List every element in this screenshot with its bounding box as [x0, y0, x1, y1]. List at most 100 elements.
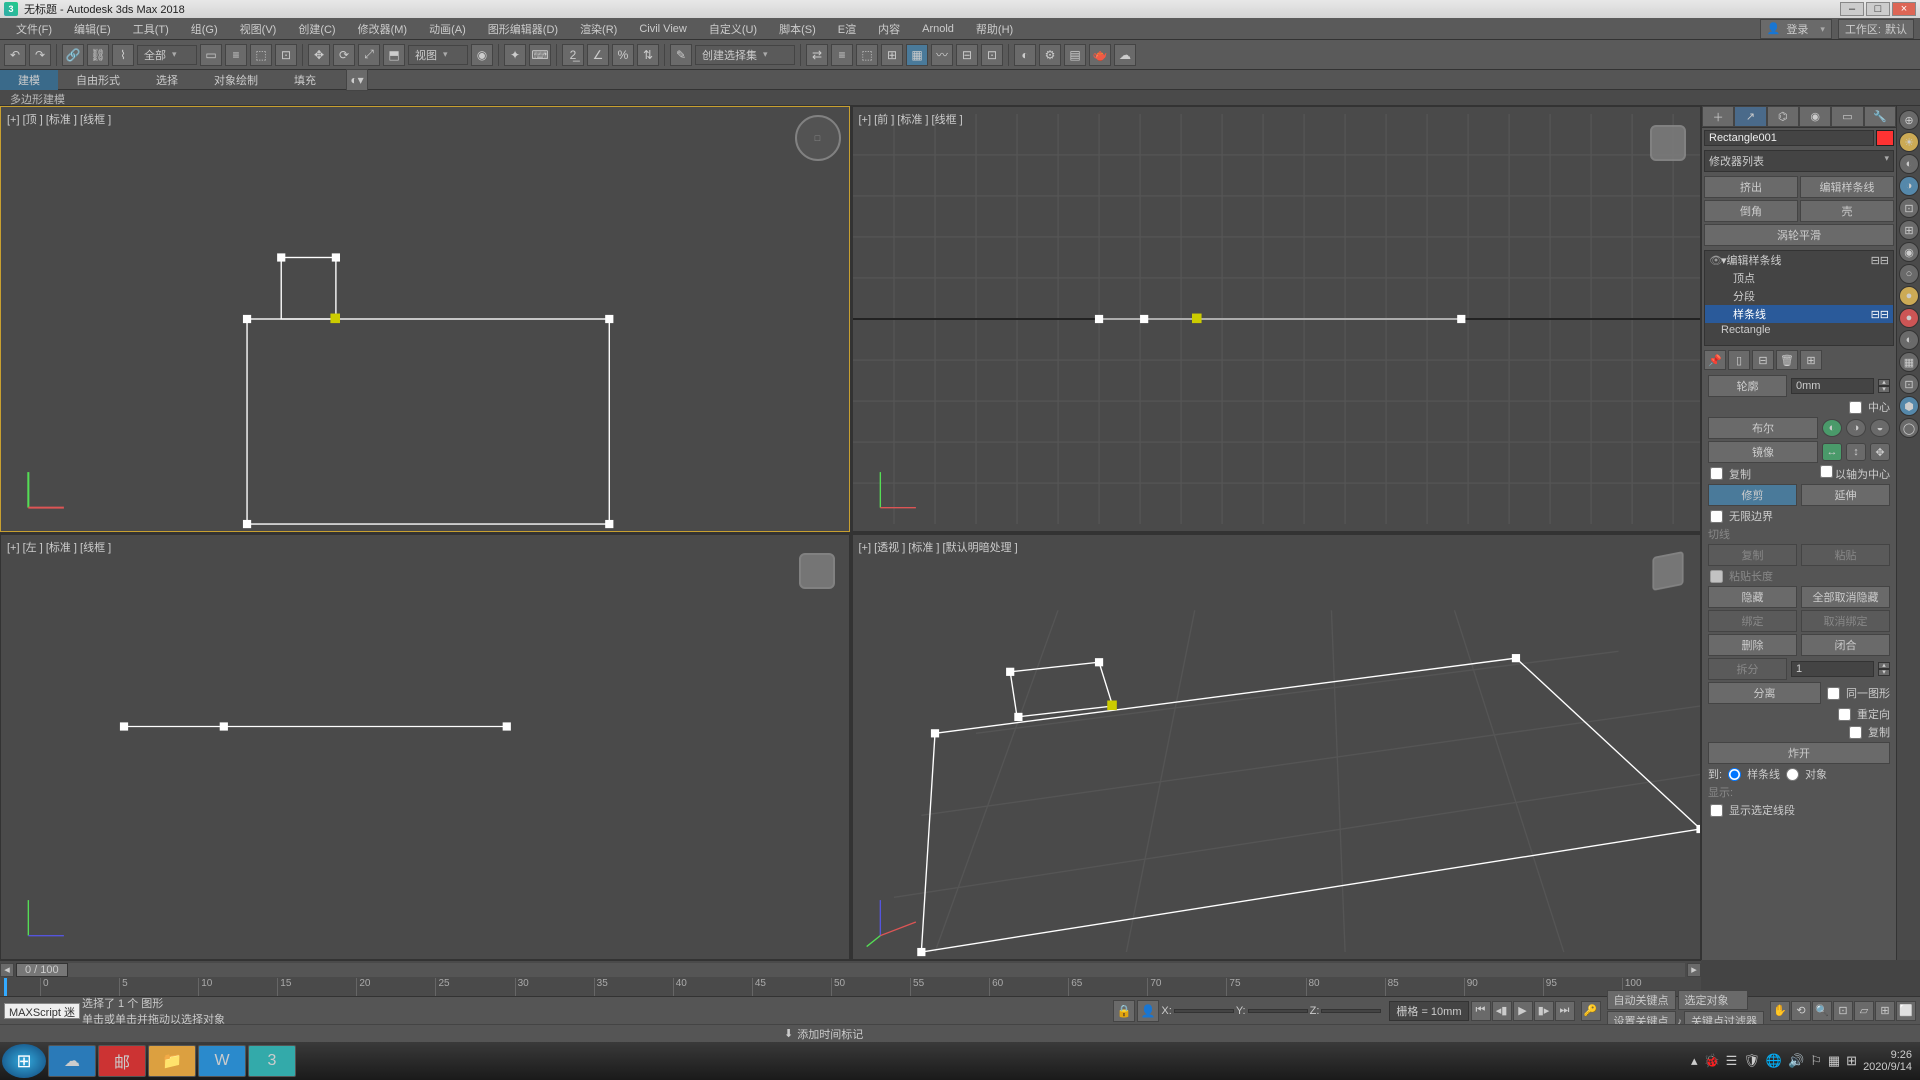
- btn-turbosmooth[interactable]: 涡轮平滑: [1704, 224, 1894, 246]
- snap-angle-button[interactable]: ∠: [587, 44, 609, 66]
- menu-create[interactable]: 创建(C): [288, 19, 345, 39]
- named-selset-combo[interactable]: 创建选择集: [695, 45, 795, 65]
- cmdtab-motion[interactable]: ◉: [1799, 106, 1831, 127]
- btn-detach[interactable]: 分离: [1708, 682, 1821, 704]
- menu-civilview[interactable]: Civil View: [629, 21, 696, 37]
- unlink-button[interactable]: ⛓: [87, 44, 109, 66]
- nav-fov-button[interactable]: ▱: [1854, 1001, 1874, 1021]
- time-prev-button[interactable]: ◂: [0, 963, 14, 977]
- ribbon-tab-freeform[interactable]: 自由形式: [58, 70, 138, 90]
- viewport-persp-label[interactable]: [+] [透视 ] [标准 ] [默认明暗处理 ]: [859, 539, 1018, 555]
- close-button[interactable]: ×: [1892, 2, 1916, 16]
- tray-icon-1[interactable]: 🐞: [1703, 1053, 1719, 1069]
- btn-bind[interactable]: 绑定: [1708, 610, 1797, 632]
- schematic-button[interactable]: ⊡: [981, 44, 1003, 66]
- viewport-left[interactable]: [+] [左 ] [标准 ] [线框 ]: [0, 534, 850, 960]
- snap2d-button[interactable]: 2̲: [562, 44, 584, 66]
- menu-view[interactable]: 视图(V): [230, 19, 287, 39]
- viewport-left-label[interactable]: [+] [左 ] [标准 ] [线框 ]: [7, 539, 111, 555]
- viewport-front-label[interactable]: [+] [前 ] [标准 ] [线框 ]: [859, 111, 963, 127]
- align-button[interactable]: ≡: [831, 44, 853, 66]
- system-clock[interactable]: 9:26 2020/9/14: [1863, 1049, 1912, 1073]
- preset-icon-13[interactable]: ⊡: [1899, 374, 1919, 394]
- mirror-v-icon[interactable]: ↕: [1846, 443, 1866, 461]
- nav-maxview-button[interactable]: ⬜: [1896, 1001, 1916, 1021]
- btn-divide[interactable]: 拆分: [1708, 658, 1787, 680]
- stack-base[interactable]: Rectangle: [1705, 323, 1893, 337]
- coord-y-input[interactable]: [1248, 1009, 1308, 1013]
- scale-button[interactable]: ⤢: [358, 44, 380, 66]
- preset-icon-2[interactable]: ☀: [1899, 132, 1919, 152]
- divide-value[interactable]: 1: [1791, 661, 1874, 677]
- addtimemark-label[interactable]: 添加时间标记: [797, 1026, 863, 1042]
- time-track[interactable]: 0 / 100: [16, 963, 1685, 977]
- render-frame-button[interactable]: ▤: [1064, 44, 1086, 66]
- task-explorer[interactable]: 📁: [148, 1045, 196, 1077]
- bool-intersect-icon[interactable]: ◒: [1870, 419, 1890, 437]
- menu-customize[interactable]: 自定义(U): [699, 19, 767, 39]
- select-manipulate-button[interactable]: ✦: [504, 44, 526, 66]
- viewport-top-label[interactable]: [+] [顶 ] [标准 ] [线框 ]: [7, 111, 111, 127]
- tray-icon-2[interactable]: ☰: [1726, 1053, 1738, 1069]
- cmdtab-hierarchy[interactable]: ⌬: [1767, 106, 1799, 127]
- stack-show-button[interactable]: ▯: [1728, 350, 1750, 370]
- btn-hide[interactable]: 隐藏: [1708, 586, 1797, 608]
- cmdtab-modify[interactable]: ↗: [1734, 106, 1766, 127]
- workspace-selector[interactable]: 工作区: 默认: [1838, 19, 1914, 39]
- btn-unhideall[interactable]: 全部取消隐藏: [1801, 586, 1890, 608]
- btn-extrude[interactable]: 挤出: [1704, 176, 1798, 198]
- stack-sub-vertex[interactable]: 顶点: [1705, 269, 1893, 287]
- ref-coord-sys[interactable]: 视图: [408, 45, 468, 65]
- divide-spindown[interactable]: ▾: [1878, 669, 1890, 676]
- render-setup-button[interactable]: ⚙: [1039, 44, 1061, 66]
- next-frame-button[interactable]: ▮▸: [1534, 1001, 1554, 1021]
- stack-config-button[interactable]: ⊞: [1800, 350, 1822, 370]
- placement-button[interactable]: ⬒: [383, 44, 405, 66]
- material-editor-button[interactable]: ◐: [1014, 44, 1036, 66]
- menu-animation[interactable]: 动画(A): [419, 19, 476, 39]
- tray-icon-4[interactable]: 🌐: [1766, 1053, 1782, 1069]
- viewcube-top[interactable]: □: [795, 115, 841, 161]
- autokey-button[interactable]: 自动关键点: [1607, 990, 1676, 1010]
- viewcube-persp[interactable]: [1652, 551, 1683, 591]
- bool-union-icon[interactable]: ◐: [1822, 419, 1842, 437]
- chk-center[interactable]: [1849, 401, 1862, 414]
- bool-subtract-icon[interactable]: ◑: [1846, 419, 1866, 437]
- preset-icon-7[interactable]: ◉: [1899, 242, 1919, 262]
- preset-icon-3[interactable]: ◐: [1899, 154, 1919, 174]
- layer-explorer-button[interactable]: ⊞: [881, 44, 903, 66]
- time-marker[interactable]: [4, 978, 7, 996]
- btn-explode[interactable]: 炸开: [1708, 742, 1890, 764]
- btn-outline[interactable]: 轮廓: [1708, 375, 1787, 397]
- menu-group[interactable]: 组(G): [181, 19, 228, 39]
- stack-pin-button[interactable]: 📌: [1704, 350, 1726, 370]
- preset-icon-14[interactable]: ⬢: [1899, 396, 1919, 416]
- nav-zoomext-button[interactable]: ⊞: [1875, 1001, 1895, 1021]
- ribbon-tab-populate[interactable]: 填充: [276, 70, 334, 90]
- selection-filter[interactable]: 全部: [137, 45, 197, 65]
- select-name-button[interactable]: ≡: [225, 44, 247, 66]
- chk-infinite[interactable]: [1710, 510, 1723, 523]
- task-wps[interactable]: W: [198, 1045, 246, 1077]
- radio-tospline[interactable]: [1728, 768, 1741, 781]
- preset-icon-10[interactable]: ●: [1899, 308, 1919, 328]
- btn-shell[interactable]: 壳: [1800, 200, 1894, 222]
- radio-toobject[interactable]: [1786, 768, 1799, 781]
- start-button[interactable]: ⊞: [2, 1044, 46, 1078]
- preset-icon-6[interactable]: ⊞: [1899, 220, 1919, 240]
- menu-erender[interactable]: E渲: [828, 19, 866, 39]
- nav-pan-button[interactable]: ✋: [1770, 1001, 1790, 1021]
- btn-editspline[interactable]: 编辑样条线: [1800, 176, 1894, 198]
- coord-x-input[interactable]: [1174, 1009, 1234, 1013]
- move-button[interactable]: ✥: [308, 44, 330, 66]
- maximize-button[interactable]: □: [1866, 2, 1890, 16]
- redo-button[interactable]: ↷: [29, 44, 51, 66]
- lock-selection-button[interactable]: 🔒: [1113, 1000, 1135, 1022]
- stack-sub-segment[interactable]: 分段: [1705, 287, 1893, 305]
- preset-icon-12[interactable]: ▦: [1899, 352, 1919, 372]
- stack-editspline[interactable]: 👁▾ 编辑样条线⊟⊟: [1705, 251, 1893, 269]
- cmdtab-utilities[interactable]: 🔧: [1864, 106, 1896, 127]
- use-pivot-button[interactable]: ◉: [471, 44, 493, 66]
- menu-render[interactable]: 渲染(R): [570, 19, 627, 39]
- dope-sheet-button[interactable]: ⊟: [956, 44, 978, 66]
